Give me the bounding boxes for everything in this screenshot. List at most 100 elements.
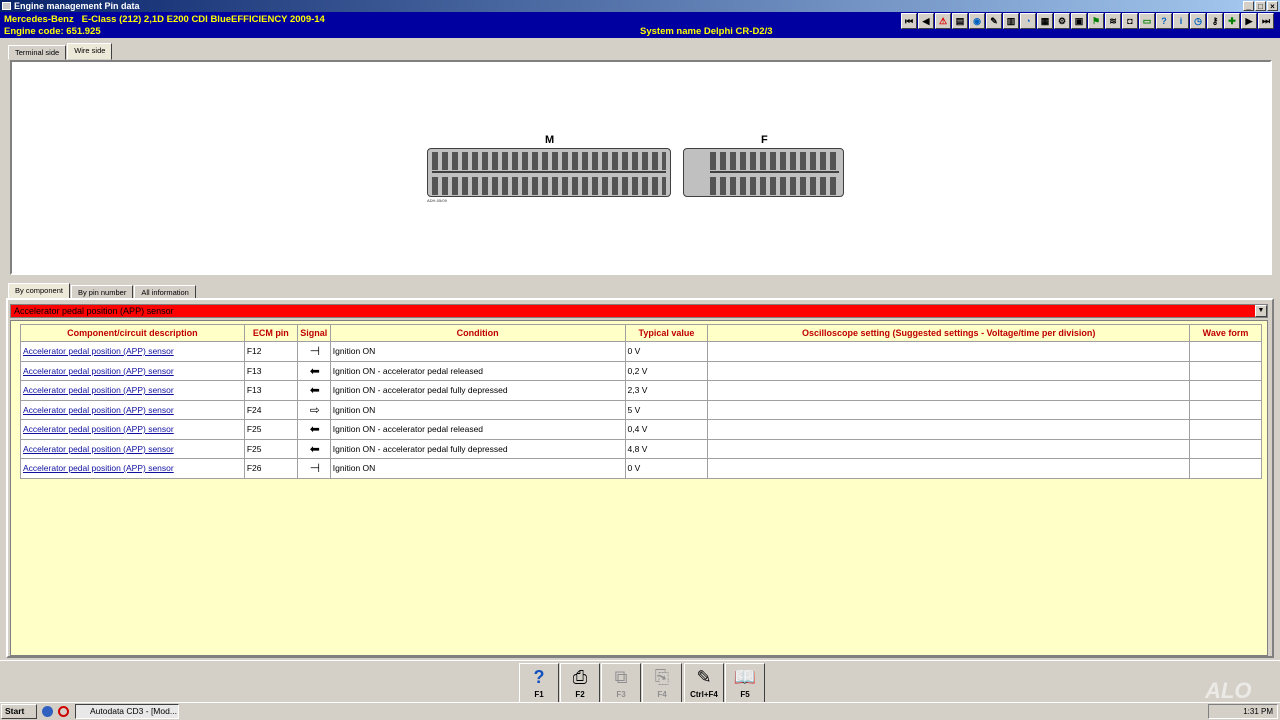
flag-icon[interactable]: ⚑: [1088, 13, 1104, 29]
cell-wave-form: [1189, 419, 1262, 440]
start-button[interactable]: Start: [1, 704, 37, 719]
cell-oscilloscope: [707, 419, 1190, 440]
car-icon[interactable]: ◘: [1122, 13, 1138, 29]
book-icon[interactable]: ▥: [1003, 13, 1019, 29]
cell-signal: ⬅: [296, 360, 331, 381]
cell-oscilloscope: [707, 399, 1190, 420]
prev-icon[interactable]: ◀: [918, 13, 934, 29]
help-icon[interactable]: ?: [1156, 13, 1172, 29]
cell-signal: ⬅: [296, 380, 331, 401]
maximize-button[interactable]: □: [1255, 1, 1266, 11]
chevron-down-icon[interactable]: ▼: [1255, 305, 1267, 317]
copy-icon: ⧉: [614, 667, 628, 687]
system-tray: 1:31 PM: [1208, 704, 1278, 719]
service-icon[interactable]: ✚: [1224, 13, 1240, 29]
desktop-icon[interactable]: [42, 706, 53, 717]
connector-diagram-panel: M F ADH-05/09: [10, 60, 1272, 275]
pin-data-table: Component/circuit description ECM pin Si…: [20, 324, 1262, 479]
cell-condition: Ignition ON: [329, 399, 626, 420]
opera-icon[interactable]: [58, 706, 69, 717]
connector-m[interactable]: [427, 148, 671, 197]
next-icon[interactable]: ▶: [1241, 13, 1257, 29]
function-button-ctrl-f4[interactable]: ✎ Ctrl+F4: [684, 663, 724, 703]
cell-signal: ⬅: [296, 438, 331, 459]
component-link[interactable]: Accelerator pedal position (APP) sensor: [23, 405, 174, 415]
col-header-typical-value: Typical value: [624, 324, 709, 342]
cell-wave-form: [1189, 360, 1262, 381]
cell-description: Accelerator pedal position (APP) sensor: [20, 341, 245, 362]
component-select-value: Accelerator pedal position (APP) sensor: [14, 306, 174, 316]
cell-description: Accelerator pedal position (APP) sensor: [20, 458, 245, 479]
taskbar: Start Autodata CD3 - [Mod... 1:31 PM: [0, 702, 1280, 720]
table-row: Accelerator pedal position (APP) sensor F…: [20, 360, 1262, 381]
function-button-f3[interactable]: ⧉ F3: [601, 663, 641, 703]
cell-signal: ⬅: [296, 419, 331, 440]
function-button-label: F2: [575, 690, 585, 699]
tools-icon[interactable]: ✎: [986, 13, 1002, 29]
component-link[interactable]: Accelerator pedal position (APP) sensor: [23, 424, 174, 434]
cell-oscilloscope: [707, 360, 1190, 381]
cell-ecm-pin: F25: [243, 419, 298, 440]
function-button-f1[interactable]: ? F1: [519, 663, 559, 703]
cell-wave-form: [1189, 380, 1262, 401]
key-icon[interactable]: ⚷: [1207, 13, 1223, 29]
print-preview-icon: ⎘: [654, 667, 670, 687]
info-icon[interactable]: i: [1173, 13, 1189, 29]
cell-typical-value: 4,8 V: [624, 438, 709, 459]
cell-typical-value: 0 V: [624, 458, 709, 479]
ground-icon: ⊣: [309, 461, 321, 476]
battery-icon[interactable]: ▭: [1139, 13, 1155, 29]
pin-table-area: Component/circuit description ECM pin Si…: [10, 320, 1268, 656]
cell-signal: ⊣: [296, 341, 331, 362]
cell-oscilloscope: [707, 438, 1190, 459]
function-button-label: F5: [740, 690, 750, 699]
table-row: Accelerator pedal position (APP) sensor F…: [20, 458, 1262, 479]
warning-icon[interactable]: ⚠: [935, 13, 951, 29]
function-button-f5[interactable]: 📖 F5: [725, 663, 765, 703]
cell-ecm-pin: F25: [243, 438, 298, 459]
component-link[interactable]: Accelerator pedal position (APP) sensor: [23, 444, 174, 454]
connector-f[interactable]: [683, 148, 844, 197]
settings-icon[interactable]: ⚙: [1054, 13, 1070, 29]
function-button-f2[interactable]: ⎙ F2: [560, 663, 600, 703]
chart-icon[interactable]: ▦: [1037, 13, 1053, 29]
globe-icon[interactable]: ◉: [969, 13, 985, 29]
cell-description: Accelerator pedal position (APP) sensor: [20, 380, 245, 401]
watermark: ALO: [1205, 678, 1252, 703]
component-link[interactable]: Accelerator pedal position (APP) sensor: [23, 385, 174, 395]
input-arrow-icon: ⬅: [309, 422, 320, 437]
start-label: Start: [5, 706, 25, 716]
cell-wave-form: [1189, 438, 1262, 459]
tab-wire-side[interactable]: Wire side: [67, 43, 113, 60]
component-select[interactable]: Accelerator pedal position (APP) sensor …: [10, 304, 1268, 318]
connector-m-label: M: [545, 134, 555, 146]
save-icon[interactable]: ▣: [1071, 13, 1087, 29]
timing-icon[interactable]: ◷: [1190, 13, 1206, 29]
input-arrow-icon: ⬅: [309, 383, 320, 398]
table-row: Accelerator pedal position (APP) sensor F…: [20, 438, 1262, 459]
component-link[interactable]: Accelerator pedal position (APP) sensor: [23, 366, 174, 376]
window-titlebar: Engine management Pin data _ □ ×: [0, 0, 1280, 12]
gauge-icon[interactable]: ◔: [1020, 13, 1036, 29]
component-link[interactable]: Accelerator pedal position (APP) sensor: [23, 463, 174, 473]
table-row: Accelerator pedal position (APP) sensor F…: [20, 399, 1262, 420]
toolbar: ⏮ ◀ ⚠ ▤ ◉ ✎ ▥ ◔ ▦ ⚙ ▣ ⚑ ≋ ◘ ▭? i ◷ ⚷ ✚ ▶ ⏭: [901, 13, 1274, 31]
component-link[interactable]: Accelerator pedal position (APP) sensor: [23, 346, 174, 356]
last-icon[interactable]: ⏭: [1258, 13, 1274, 29]
close-button[interactable]: ×: [1267, 1, 1278, 11]
col-header-condition: Condition: [329, 324, 626, 342]
cell-ecm-pin: F26: [243, 458, 298, 479]
window-title: Engine management Pin data: [14, 1, 140, 11]
taskbar-app-autodata[interactable]: Autodata CD3 - [Mod...: [75, 704, 179, 719]
first-icon[interactable]: ⏮: [901, 13, 917, 29]
table-row: Accelerator pedal position (APP) sensor F…: [20, 341, 1262, 362]
cell-condition: Ignition ON: [329, 341, 626, 362]
minimize-button[interactable]: _: [1243, 1, 1254, 11]
system-name: System name Delphi CR-D2/3: [640, 26, 773, 37]
tab-terminal-side[interactable]: Terminal side: [8, 45, 67, 60]
col-header-ecm-pin: ECM pin: [243, 324, 298, 342]
function-button-f4[interactable]: ⎘ F4: [642, 663, 682, 703]
doc-icon[interactable]: ▤: [952, 13, 968, 29]
wiring-icon[interactable]: ≋: [1105, 13, 1121, 29]
col-header-signal: Signal: [296, 324, 331, 342]
